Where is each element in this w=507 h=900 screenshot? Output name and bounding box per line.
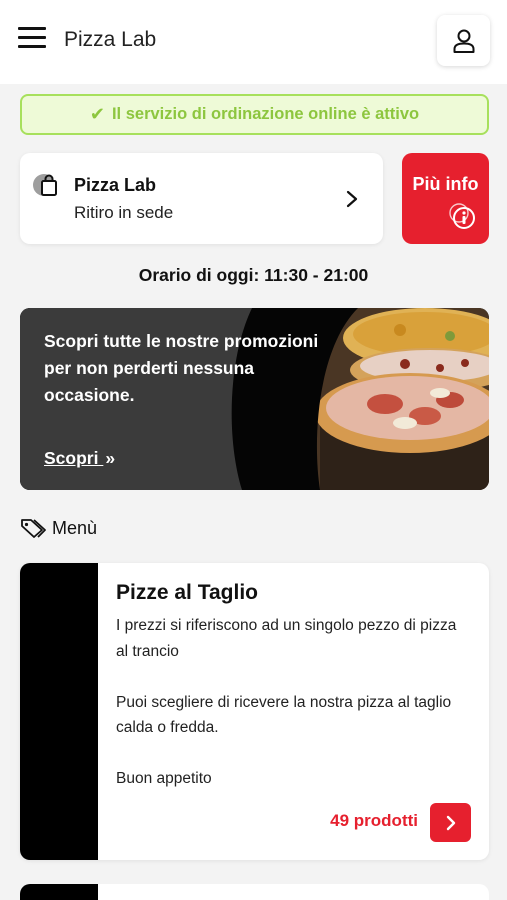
category-title: Pizze al Taglio <box>116 581 258 604</box>
category-product-count: 49 prodotti <box>330 811 418 830</box>
category-description: I prezzi si riferiscono ad un singolo pe… <box>116 613 466 792</box>
category-description-line: Buon appetito <box>116 770 212 787</box>
open-category-button[interactable] <box>430 803 471 842</box>
tag-icon <box>21 519 46 538</box>
category-description-line: Puoi scegliere di ricevere la nostra piz… <box>116 693 452 737</box>
shopping-bag-icon <box>33 174 57 196</box>
user-icon <box>453 29 474 53</box>
chevron-right-icon <box>346 190 358 208</box>
category-description-line: I prezzi si riferiscono ad un singolo pe… <box>116 617 457 660</box>
today-hours: Orario di oggi: 11:30 - 21:00 <box>138 265 369 285</box>
chevron-right-icon <box>446 815 455 830</box>
hamburger-icon[interactable] <box>18 27 46 53</box>
check-icon: ✔ <box>89 104 105 124</box>
user-button[interactable] <box>437 15 490 66</box>
more-info-label: Più info <box>412 174 479 194</box>
menu-heading: Menù <box>20 517 97 539</box>
ordering-status-banner: ✔ Il servizio di ordinazione online è at… <box>20 94 489 135</box>
category-thumbnail <box>20 563 98 860</box>
app-title: Pizza Lab <box>64 28 157 51</box>
promo-banner[interactable]: Scopri tutte le nostre promozioni per no… <box>20 308 489 490</box>
store-mode: Ritiro in sede <box>74 203 174 222</box>
store-name: Pizza Lab <box>74 175 157 195</box>
store-selector[interactable]: Pizza Lab Ritiro in sede <box>20 153 383 244</box>
app-header: Pizza Lab <box>0 0 507 84</box>
category-thumbnail <box>20 884 98 900</box>
more-info-button[interactable]: Più info <box>402 153 489 244</box>
menu-heading-label: Menù <box>52 517 98 538</box>
promo-link-label: Scopri <box>44 448 99 468</box>
promo-link[interactable]: Scopri » <box>44 448 115 469</box>
double-chevron-right-icon: » <box>105 448 116 468</box>
info-icon <box>449 203 475 229</box>
category-card[interactable] <box>20 884 489 900</box>
category-card[interactable]: Pizze al Taglio I prezzi si riferiscono … <box>20 563 489 860</box>
status-text: Il servizio di ordinazione online è atti… <box>111 105 420 123</box>
promo-text: Scopri tutte le nostre promozioni per no… <box>44 331 319 405</box>
